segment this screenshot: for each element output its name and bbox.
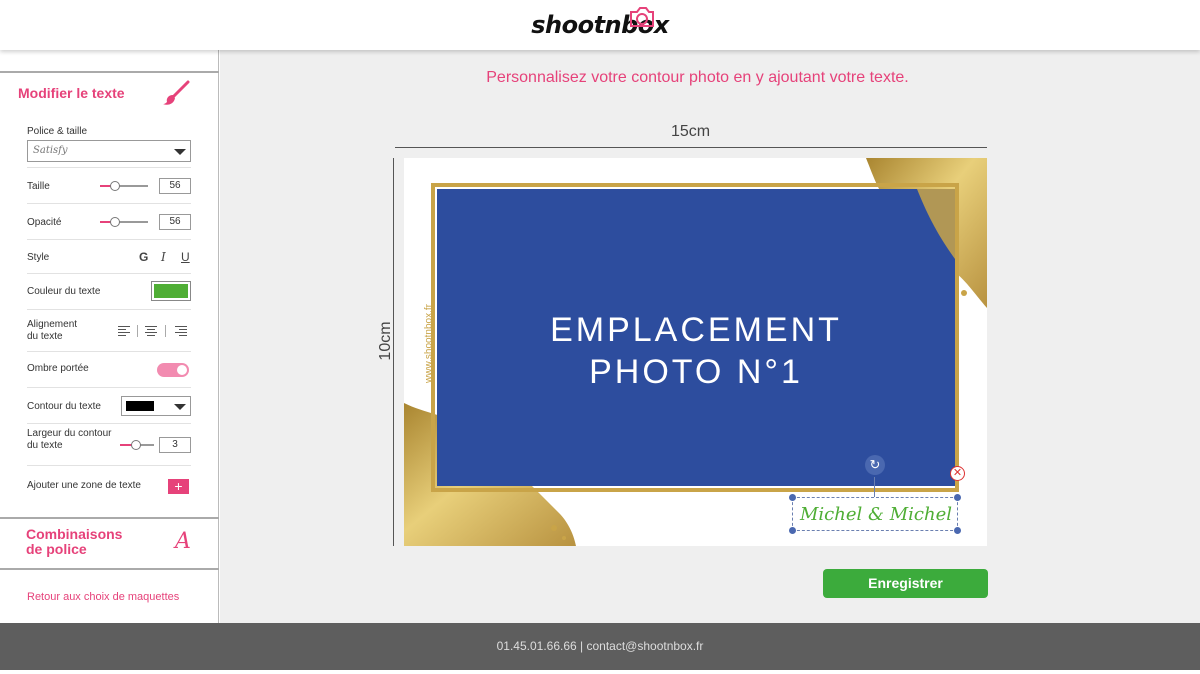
outline-color-swatch xyxy=(126,401,154,411)
resize-handle[interactable] xyxy=(789,494,796,501)
outline-width-label-line-2: du texte xyxy=(27,440,63,451)
add-text-zone-row: Ajouter une zone de texte + xyxy=(27,466,191,506)
alignment-label: Alignement du texte xyxy=(27,319,77,343)
editor-sidebar: Modifier le texte Police & taille Satisf… xyxy=(0,50,219,623)
font-combinations-line-1: Combinaisons xyxy=(26,526,123,542)
shadow-toggle[interactable] xyxy=(157,363,189,377)
photo-placeholder-label: EMPLACEMENT PHOTO N°1 xyxy=(437,309,955,393)
slider-thumb[interactable] xyxy=(110,217,120,227)
outline-width-slider[interactable] xyxy=(120,439,154,451)
footer-contact: 01.45.01.66.66 | contact@shootnbox.fr xyxy=(496,639,704,653)
outline-color-select[interactable] xyxy=(121,396,191,416)
slider-thumb[interactable] xyxy=(110,181,120,191)
style-label: Style xyxy=(27,252,50,263)
watermark-url: www.shootnbox.fr xyxy=(423,304,435,383)
font-label: Police & taille xyxy=(27,126,88,137)
rotate-handle-stem xyxy=(874,477,875,497)
toggle-knob xyxy=(177,365,187,375)
edit-text-title[interactable]: Modifier le texte xyxy=(18,85,125,101)
underline-button[interactable]: U xyxy=(181,250,190,264)
outline-label: Contour du texte xyxy=(27,401,101,412)
divider xyxy=(0,71,219,73)
text-color-row: Couleur du texte xyxy=(27,274,191,310)
photo-frame-canvas[interactable]: EMPLACEMENT PHOTO N°1 www.shootnbox.fr ↻… xyxy=(404,158,987,546)
chevron-down-icon xyxy=(174,404,186,410)
align-left-icon[interactable] xyxy=(118,326,130,336)
camera-logo-icon xyxy=(630,7,655,27)
outline-width-row: Largeur du contour du texte 3 xyxy=(27,424,191,466)
size-row: Taille 56 xyxy=(27,168,191,204)
width-dimension-label: 15cm xyxy=(671,123,711,140)
outline-width-label-line-1: Largeur du contour xyxy=(27,428,112,439)
photo-placeholder-line-1: EMPLACEMENT xyxy=(550,311,842,349)
opacity-input[interactable]: 56 xyxy=(159,214,191,230)
size-input[interactable]: 56 xyxy=(159,178,191,194)
font-row: Police & taille Satisfy xyxy=(27,124,191,168)
bold-button[interactable]: G xyxy=(139,250,148,264)
bottom-strip xyxy=(0,670,1200,674)
opacity-label: Opacité xyxy=(27,217,62,228)
alignment-label-line-2: du texte xyxy=(27,331,63,342)
divider xyxy=(0,568,219,570)
text-element[interactable]: Michel & Michel xyxy=(793,504,959,525)
size-slider[interactable] xyxy=(100,180,148,192)
text-color-picker[interactable] xyxy=(151,281,191,301)
outline-width-label: Largeur du contour du texte xyxy=(27,428,112,452)
editor-workspace: Personnalisez votre contour photo en y a… xyxy=(220,50,1200,623)
italic-button[interactable]: I xyxy=(161,250,166,264)
site-header: shootnbox xyxy=(0,0,1200,50)
shootnbox-logo[interactable]: shootnbox xyxy=(531,7,669,39)
save-button[interactable]: Enregistrer xyxy=(823,569,988,598)
font-select[interactable]: Satisfy xyxy=(27,140,191,162)
font-letter-icon: A xyxy=(175,529,191,554)
slider-thumb[interactable] xyxy=(131,440,141,450)
resize-handle[interactable] xyxy=(954,527,961,534)
color-swatch xyxy=(154,284,188,298)
shadow-label: Ombre portée xyxy=(27,363,89,374)
resize-handle[interactable] xyxy=(954,494,961,501)
size-label: Taille xyxy=(27,181,50,192)
alignment-label-line-1: Alignement xyxy=(27,319,78,330)
opacity-slider[interactable] xyxy=(100,216,148,228)
outline-width-input[interactable]: 3 xyxy=(159,437,191,453)
alignment-row: Alignement du texte xyxy=(27,310,191,352)
height-dimension-line xyxy=(393,158,394,546)
divider xyxy=(0,517,219,519)
text-element-selection[interactable]: Michel & Michel xyxy=(789,494,961,534)
align-center-icon[interactable] xyxy=(145,326,157,336)
resize-handle[interactable] xyxy=(789,527,796,534)
add-text-zone-button[interactable]: + xyxy=(168,479,189,494)
font-select-value: Satisfy xyxy=(33,145,68,156)
photo-placeholder-1[interactable]: EMPLACEMENT PHOTO N°1 xyxy=(437,189,955,486)
shadow-row: Ombre portée xyxy=(27,352,191,388)
text-color-label: Couleur du texte xyxy=(27,286,101,297)
font-combinations-line-2: de police xyxy=(26,541,87,557)
close-icon[interactable]: ✕ xyxy=(950,466,965,481)
paintbrush-icon xyxy=(163,80,190,105)
rotate-icon[interactable]: ↻ xyxy=(865,455,885,475)
site-footer: 01.45.01.66.66 | contact@shootnbox.fr xyxy=(0,623,1200,670)
separator xyxy=(137,325,138,337)
add-text-zone-label: Ajouter une zone de texte xyxy=(27,480,141,491)
instruction-text: Personnalisez votre contour photo en y a… xyxy=(486,69,909,86)
width-dimension-line xyxy=(395,147,987,148)
font-combinations-title[interactable]: Combinaisons de police xyxy=(26,527,146,557)
photo-placeholder-line-2: PHOTO N°1 xyxy=(589,353,803,391)
align-right-icon[interactable] xyxy=(175,326,187,336)
blue-splash-edge xyxy=(917,189,955,259)
opacity-row: Opacité 56 xyxy=(27,204,191,240)
separator xyxy=(165,325,166,337)
outline-row: Contour du texte xyxy=(27,388,191,424)
style-row: Style G I U xyxy=(27,240,191,274)
back-to-templates-link[interactable]: Retour aux choix de maquettes xyxy=(27,591,179,603)
chevron-down-icon xyxy=(174,149,186,155)
